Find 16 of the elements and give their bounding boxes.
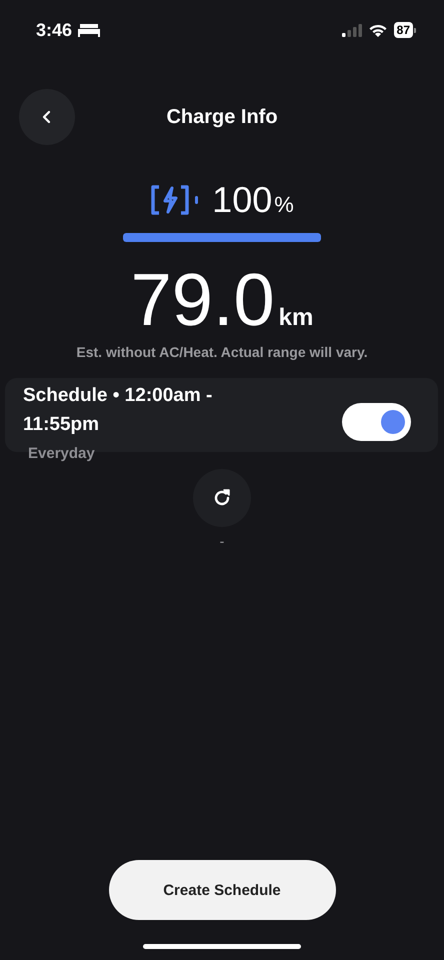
schedule-days: Everyday [28, 445, 95, 462]
signal-icon [342, 24, 362, 36]
screen-title: Charge Info [166, 106, 278, 128]
wifi-icon [368, 24, 387, 36]
range-unit: km [278, 304, 314, 332]
charging-battery-icon [150, 185, 200, 215]
status-time: 3:46 [36, 20, 72, 40]
bed-icon [78, 23, 100, 37]
range-value: 79.0 [130, 260, 275, 340]
schedule-toggle[interactable] [342, 403, 411, 441]
range-note: Est. without AC/Heat. Actual range will vary. [75, 344, 369, 360]
charge-percent: 100% [212, 179, 294, 221]
schedule-title: Schedule • 12:00am - 11:55pm [23, 384, 214, 437]
create-schedule-button[interactable]: Create Schedule [108, 860, 336, 920]
refresh-status: - [218, 533, 226, 549]
battery-level: 87 [394, 22, 413, 38]
